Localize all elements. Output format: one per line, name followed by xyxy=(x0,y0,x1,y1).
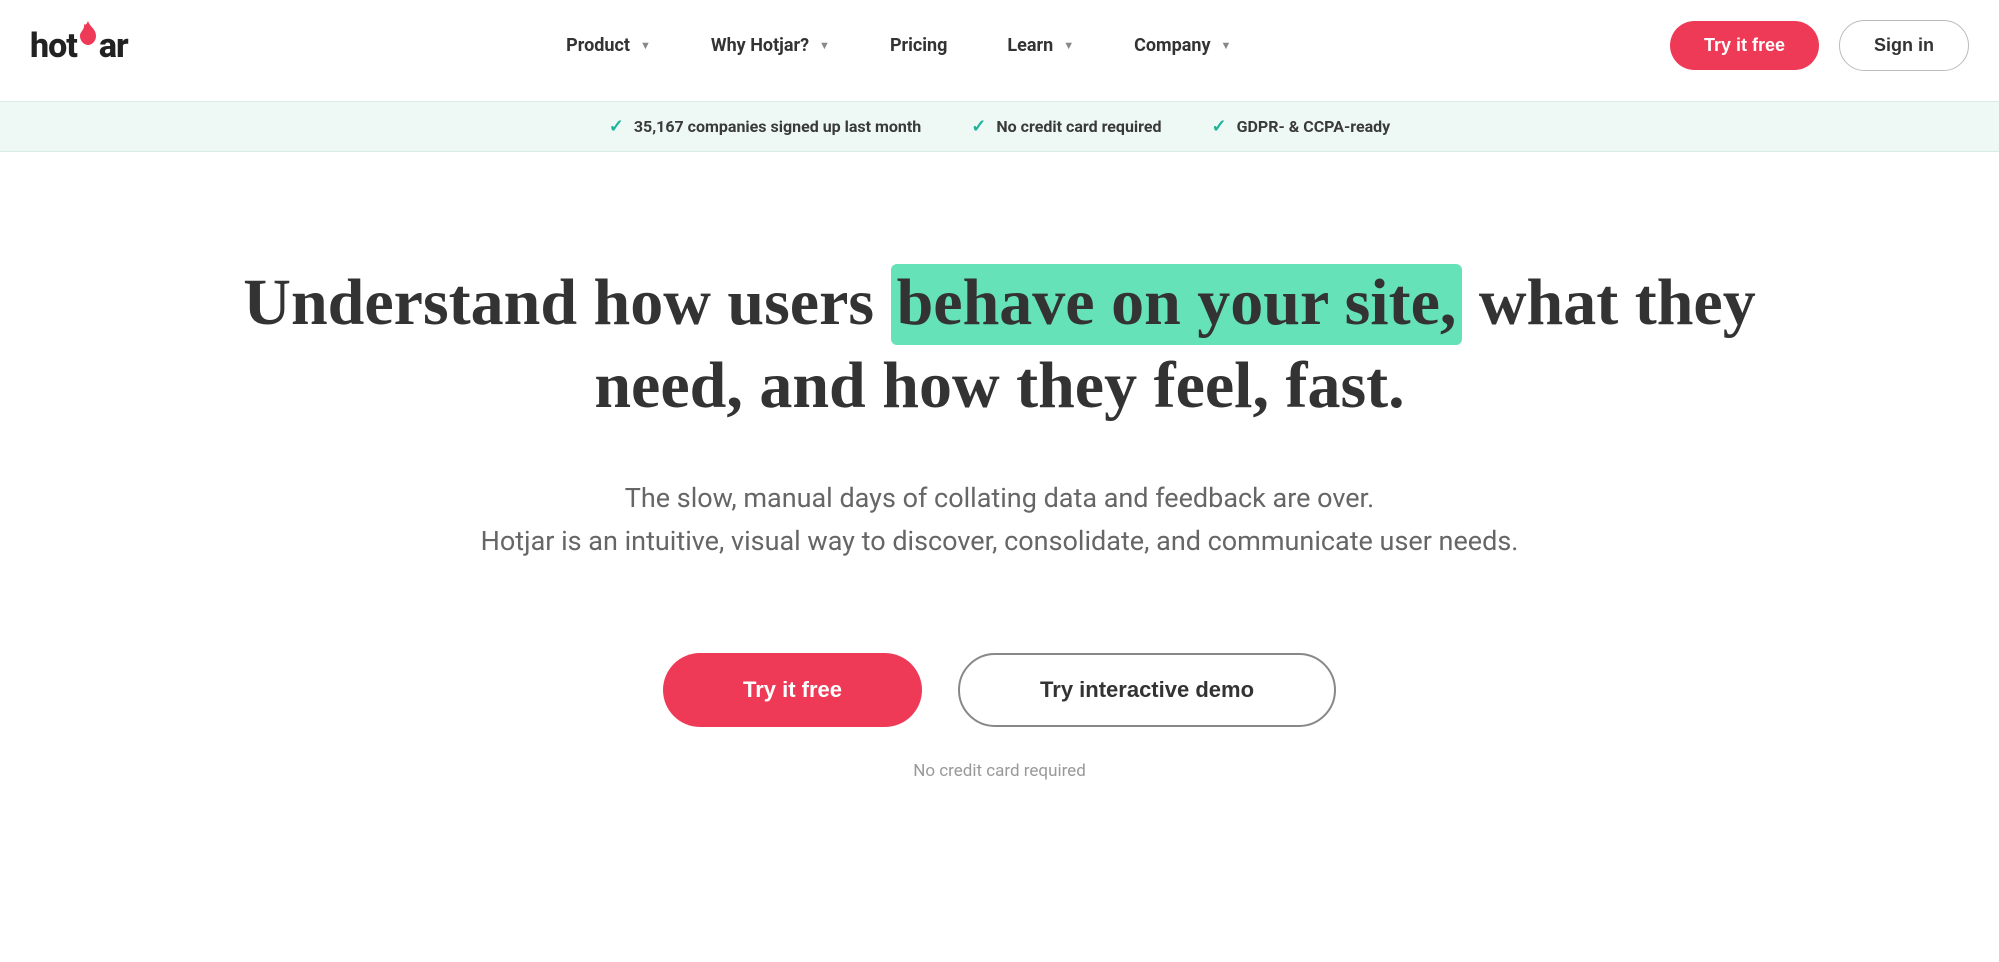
chevron-down-icon: ▼ xyxy=(819,39,830,52)
nav-item-why-hotjar[interactable]: Why Hotjar? ▼ xyxy=(711,35,830,56)
nav-label: Why Hotjar? xyxy=(711,35,809,56)
trust-banner: ✓ 35,167 companies signed up last month … xyxy=(0,101,1999,152)
check-icon: ✓ xyxy=(971,116,986,137)
flame-icon xyxy=(78,14,98,54)
banner-item: ✓ No credit card required xyxy=(971,116,1161,137)
header-actions: Try it free Sign in xyxy=(1670,20,1969,71)
nav-label: Pricing xyxy=(890,35,947,56)
check-icon: ✓ xyxy=(1212,116,1227,137)
chevron-down-icon: ▼ xyxy=(1063,39,1074,52)
headline-highlight: behave on your site, xyxy=(891,264,1463,345)
hero-section: Understand how users behave on your site… xyxy=(200,152,1800,811)
check-icon: ✓ xyxy=(609,116,624,137)
cta-row: Try it free Try interactive demo xyxy=(240,653,1760,727)
nav-label: Product xyxy=(566,35,630,56)
subhead-line2: Hotjar is an intuitive, visual way to di… xyxy=(240,520,1760,563)
headline-pre: Understand how users xyxy=(243,266,890,339)
logo-text-after: ar xyxy=(99,26,128,66)
try-free-button[interactable]: Try it free xyxy=(1670,21,1819,70)
sign-in-button[interactable]: Sign in xyxy=(1839,20,1969,71)
chevron-down-icon: ▼ xyxy=(640,39,651,52)
banner-text: No credit card required xyxy=(996,117,1161,136)
site-header: hot ar Product ▼ Why Hotjar? ▼ Pricing L… xyxy=(0,0,1999,101)
nav-label: Company xyxy=(1134,35,1210,56)
nav-item-company[interactable]: Company ▼ xyxy=(1134,35,1231,56)
banner-text: GDPR- & CCPA-ready xyxy=(1237,117,1391,136)
hero-subhead: The slow, manual days of collating data … xyxy=(240,477,1760,563)
banner-item: ✓ 35,167 companies signed up last month xyxy=(609,116,922,137)
banner-item: ✓ GDPR- & CCPA-ready xyxy=(1212,116,1391,137)
nav-item-product[interactable]: Product ▼ xyxy=(566,35,651,56)
hero-headline: Understand how users behave on your site… xyxy=(240,262,1760,427)
logo-text-before: hot xyxy=(30,26,77,66)
cta-demo-button[interactable]: Try interactive demo xyxy=(958,653,1336,727)
nav-item-pricing[interactable]: Pricing xyxy=(890,35,947,56)
logo[interactable]: hot ar xyxy=(30,26,128,66)
nav-label: Learn xyxy=(1007,35,1053,56)
cta-note: No credit card required xyxy=(240,761,1760,781)
nav-item-learn[interactable]: Learn ▼ xyxy=(1007,35,1074,56)
cta-try-free-button[interactable]: Try it free xyxy=(663,653,922,727)
chevron-down-icon: ▼ xyxy=(1221,39,1232,52)
banner-text: 35,167 companies signed up last month xyxy=(634,117,921,136)
main-nav: Product ▼ Why Hotjar? ▼ Pricing Learn ▼ … xyxy=(128,35,1670,56)
subhead-line1: The slow, manual days of collating data … xyxy=(240,477,1760,520)
